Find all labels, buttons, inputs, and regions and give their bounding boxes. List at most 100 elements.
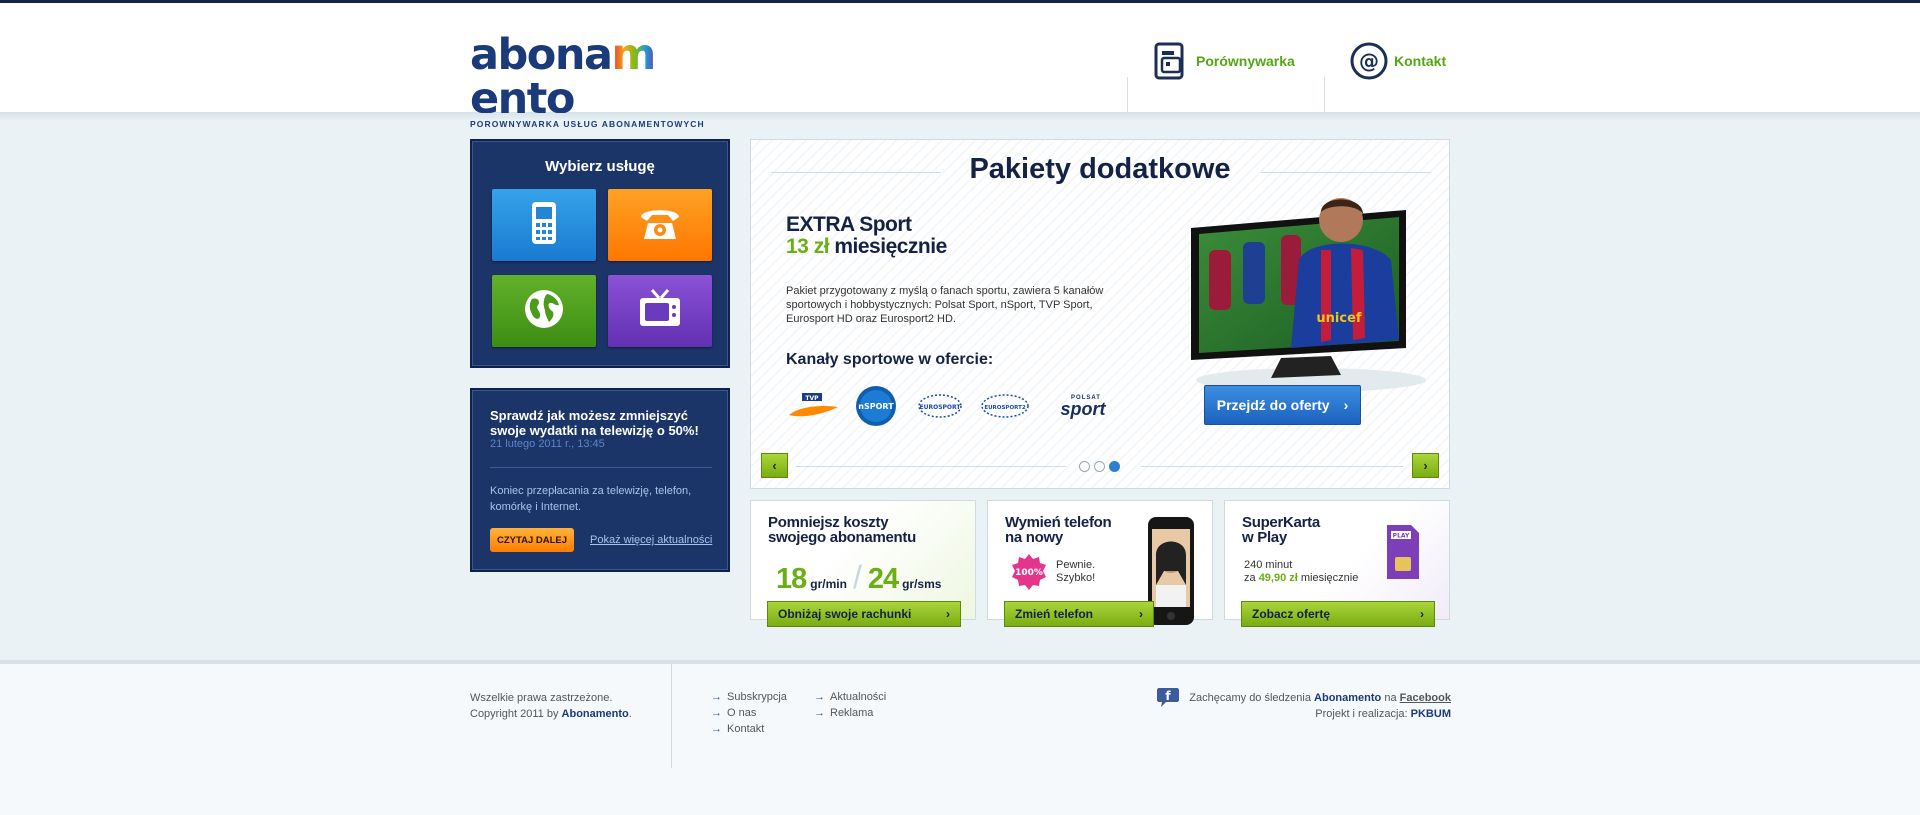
nav-divider xyxy=(1324,77,1325,117)
nav-label: Kontakt xyxy=(1394,53,1447,69)
chevron-right-icon: › xyxy=(1423,458,1428,473)
go-to-offer-button[interactable]: Przejdź do oferty › xyxy=(1204,385,1361,425)
channel-logo-tvp-sport: TVP xyxy=(786,387,841,425)
channel-logo-nsport: nSPORT xyxy=(855,386,897,426)
badge-100-icon: 100% xyxy=(1010,553,1048,591)
chevron-right-icon: › xyxy=(1343,397,1349,413)
header-shadow xyxy=(0,113,1920,121)
footer-divider xyxy=(671,664,672,768)
svg-text:@: @ xyxy=(1359,49,1379,73)
header: abonamento PORÓWNYWARKA USŁUG ABONAMENTO… xyxy=(0,3,1920,129)
channel-logo-eurosport2-hd: EUROSPORT2 xyxy=(979,387,1031,425)
promo-card-phone: Wymień telefon na nowy 100% Pewnie. Szybko… xyxy=(987,500,1213,627)
promo-card-costs: Pomniejsz koszty swojego abonamentu 18 gr… xyxy=(750,500,976,627)
promo-title: SuperKarta w Play xyxy=(1242,514,1320,546)
at-icon: @ xyxy=(1350,42,1388,80)
footer-link-reklama[interactable]: Reklama xyxy=(814,707,873,719)
promo-note: Pewnie. Szybko! xyxy=(1056,559,1096,584)
promo-title: Pomniejsz koszty swojego abonamentu xyxy=(768,514,916,546)
more-news-link[interactable]: Pokaż więcej aktualności xyxy=(590,534,712,546)
sim-card-image: PLAY xyxy=(1385,523,1421,581)
slider-dot-3[interactable] xyxy=(1109,461,1120,472)
nav-item-kontakt[interactable]: @ Kontakt xyxy=(1350,41,1446,81)
channel-logo-text: sport xyxy=(1060,399,1106,419)
pager-rule-left xyxy=(796,466,1066,467)
news-panel: Sprawdź jak możesz zmniejszyć swoje wyda… xyxy=(470,388,730,572)
mobile-phone-icon xyxy=(529,201,559,250)
price-value: 49,90 zł xyxy=(1258,572,1298,584)
logo[interactable]: abonamento PORÓWNYWARKA USŁUG ABONAMENTO… xyxy=(470,33,740,129)
channel-logo-text: nSPORT xyxy=(858,402,894,411)
price-value: 13 zł xyxy=(786,235,830,258)
globe-icon xyxy=(523,288,565,335)
package-description: Pakiet przygotowany z myślą o fanach spo… xyxy=(786,285,1104,325)
service-tile-internet[interactable] xyxy=(492,275,596,347)
jersey-text: unicef xyxy=(1316,311,1361,326)
read-more-button[interactable]: CZYTAJ DALEJ xyxy=(490,528,574,552)
sim-label: PLAY xyxy=(1393,533,1410,540)
copyright-brand-link[interactable]: Abonamento xyxy=(562,708,629,720)
facebook-link[interactable]: Facebook xyxy=(1400,692,1451,704)
services-title: Wybierz usługę xyxy=(545,158,655,175)
nav-item-porownywarka[interactable]: Porównywarka xyxy=(1152,41,1295,81)
slider-next-button[interactable]: › xyxy=(1412,453,1439,478)
compare-icon xyxy=(1152,42,1190,80)
facebook-chat-icon[interactable]: f xyxy=(1156,686,1180,708)
footer-link-subskrypcja[interactable]: Subskrypcja xyxy=(711,691,787,703)
pager-rule-right xyxy=(1141,466,1403,467)
promo-offer-text: 240 minut za 49,90 zł miesięcznie xyxy=(1244,559,1359,584)
promo-rates: 18 gr/min / 24 gr/sms xyxy=(776,559,941,596)
nav-label: Porównywarka xyxy=(1196,53,1295,69)
see-offer-button[interactable]: Zobacz ofertę › xyxy=(1241,601,1435,627)
slider-prev-button[interactable]: ‹ xyxy=(761,453,788,478)
channel-logo-text: EUROSPORT2 xyxy=(984,405,1026,411)
footer-link-kontakt[interactable]: Kontakt xyxy=(711,723,764,735)
package-price: 13 zł miesięcznie xyxy=(786,235,947,259)
credits-link[interactable]: PKBUM xyxy=(1411,708,1451,720)
lower-bills-button[interactable]: Obniżaj swoje rachunki › xyxy=(767,601,961,627)
telephone-icon xyxy=(638,203,682,248)
footer-copyright: Wszelkie prawa zastrzeżone. Copyright 20… xyxy=(470,692,632,720)
chevron-right-icon: › xyxy=(1420,607,1424,621)
package-name: EXTRA Sport xyxy=(786,213,912,236)
rate-per-minute: 18 xyxy=(776,563,807,595)
badge-text: 100% xyxy=(1015,568,1043,578)
service-tile-mobile[interactable] xyxy=(492,189,596,261)
news-date: 21 lutego 2011 r., 13:45 xyxy=(490,438,605,450)
news-divider xyxy=(490,467,712,468)
rate-unit: gr/sms xyxy=(902,577,942,591)
footer-link-o-nas[interactable]: O nas xyxy=(711,707,756,719)
change-phone-button[interactable]: Zmień telefon › xyxy=(1004,601,1154,627)
featured-slider: Pakiety dodatkowe EXTRA Sport 13 zł mies… xyxy=(750,139,1450,489)
slider-title: Pakiety dodatkowe xyxy=(969,153,1231,185)
footer-credits: Projekt i realizacja: PKBUM xyxy=(1315,708,1451,720)
rate-per-sms: 24 xyxy=(867,563,899,595)
footer-link-aktualnosci[interactable]: Aktualności xyxy=(814,691,886,703)
promo-card-superkarta: SuperKarta w Play 240 minut za 49,90 zł m… xyxy=(1224,500,1450,627)
slider-dot-2[interactable] xyxy=(1094,461,1105,472)
minutes-text: 240 minut xyxy=(1244,559,1293,571)
slider-dot-1[interactable] xyxy=(1079,461,1090,472)
offer-button-label: Przejdź do oferty xyxy=(1216,397,1330,413)
logo-wordmark: abonamento xyxy=(470,30,656,124)
channel-logo-eurosport-hd: EUROSPORT xyxy=(916,387,964,425)
facebook-brand-link[interactable]: Abonamento xyxy=(1314,692,1381,704)
service-tile-landline[interactable] xyxy=(608,189,712,261)
channels-heading: Kanały sportowe w ofercie: xyxy=(786,351,994,368)
tv-icon xyxy=(638,288,682,335)
promo-title: Wymień telefon na nowy xyxy=(1005,514,1112,546)
chevron-right-icon: › xyxy=(1139,607,1143,621)
promo-button-label: Obniżaj swoje rachunki xyxy=(778,607,912,621)
rate-divider: / xyxy=(852,559,862,595)
channel-logo-polsat-sport: POLSAT sport xyxy=(1044,387,1122,425)
svg-text:f: f xyxy=(1165,689,1171,703)
news-title[interactable]: Sprawdź jak możesz zmniejszyć swoje wyda… xyxy=(490,408,720,438)
chevron-right-icon: › xyxy=(946,607,950,621)
promo-button-label: Zmień telefon xyxy=(1015,607,1094,621)
channel-logo-text: TVP xyxy=(805,395,819,402)
footer-facebook: Zachęcamy do śledzenia Abonamento na Fac… xyxy=(1189,692,1451,704)
rate-unit: gr/min xyxy=(810,577,847,591)
price-period: miesięcznie xyxy=(834,235,947,258)
service-tile-tv[interactable] xyxy=(608,275,712,347)
footer xyxy=(0,664,1920,815)
